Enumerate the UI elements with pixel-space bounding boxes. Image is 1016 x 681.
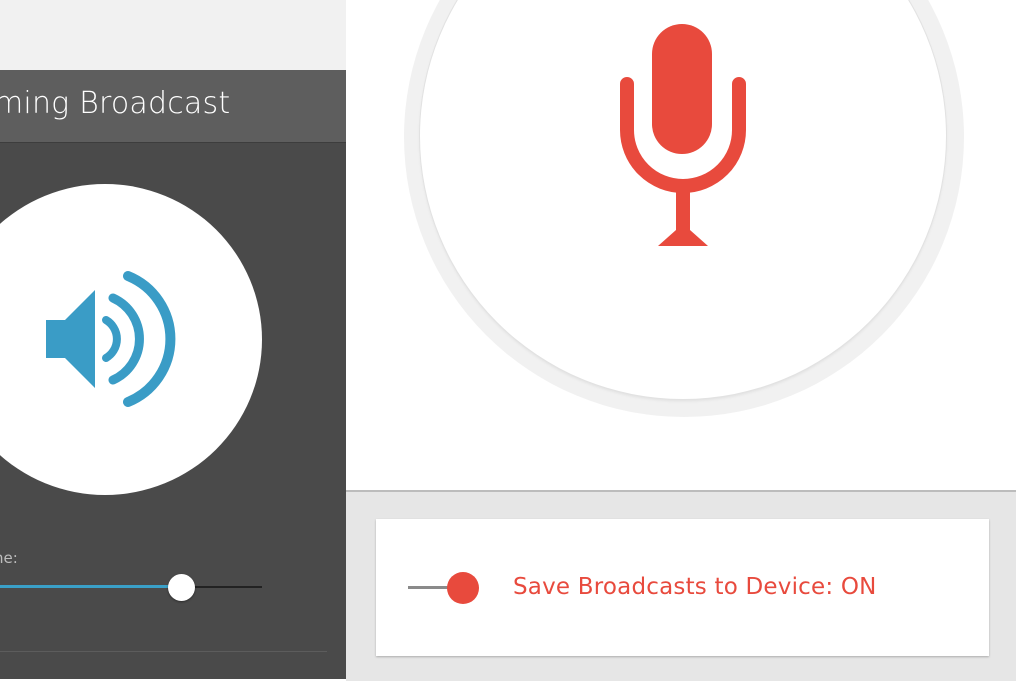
panel-titlebar: ming Broadcast [0, 70, 346, 143]
speaker-button[interactable] [0, 184, 262, 495]
volume-label: ne: [0, 549, 18, 567]
volume-slider[interactable] [0, 572, 262, 602]
panel-title: ming Broadcast [0, 86, 231, 121]
volume-slider-fill [0, 585, 181, 588]
save-toggle[interactable] [408, 571, 480, 605]
speaker-volume-icon [46, 271, 176, 407]
left-top-background [0, 0, 346, 70]
toggle-knob[interactable] [447, 572, 479, 604]
save-setting-card[interactable]: Save Broadcasts to Device: ON [376, 519, 989, 656]
panel-divider [0, 651, 327, 652]
microphone-icon [620, 24, 746, 246]
save-setting-label: Save Broadcasts to Device: ON [513, 574, 877, 600]
volume-slider-thumb[interactable] [168, 574, 195, 601]
broadcast-panel: ming Broadcast ne: [0, 70, 346, 679]
toggle-track [408, 586, 448, 589]
